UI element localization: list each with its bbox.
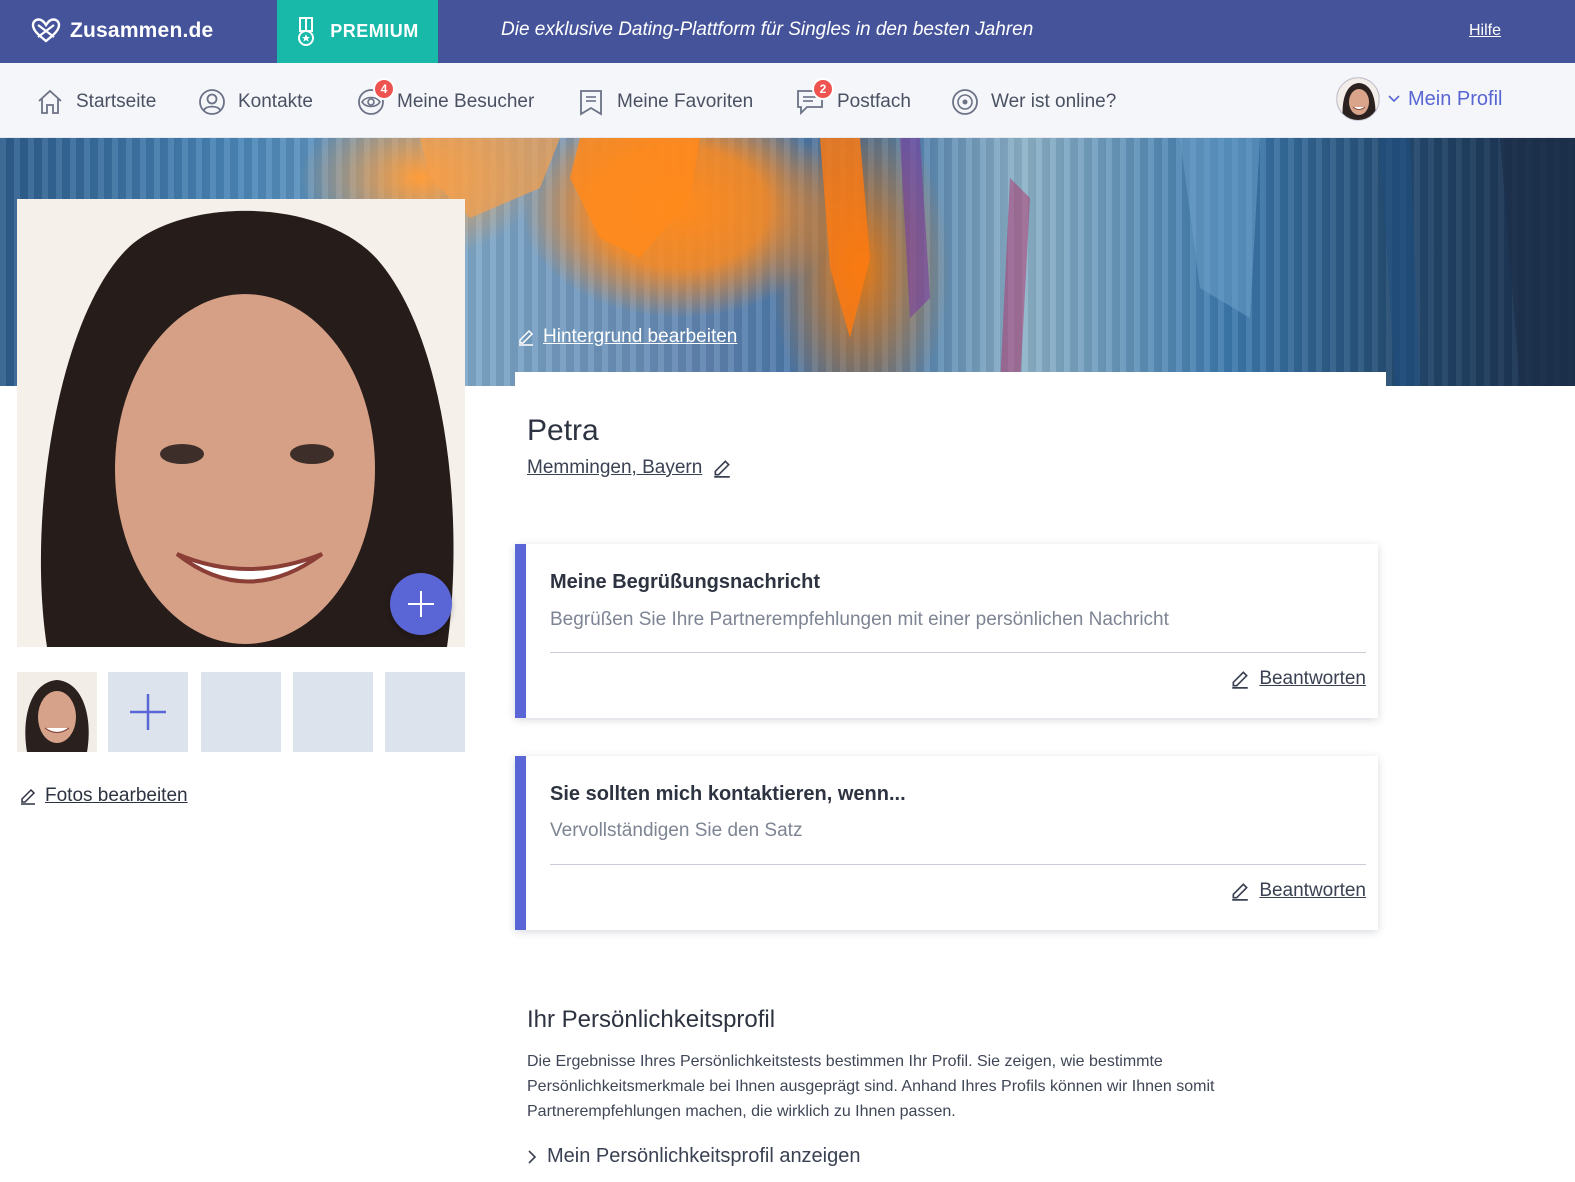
tagline: Die exklusive Dating-Plattform für Singl…: [501, 19, 1034, 40]
add-photo-button[interactable]: [390, 573, 452, 635]
plus-icon: [408, 591, 434, 617]
nav-label: Startseite: [76, 91, 157, 112]
nav-label: Meine Besucher: [397, 91, 535, 112]
main-nav: Startseite Kontakte 4 Meine Besucher Mei…: [0, 63, 1575, 138]
card-subtitle: Vervollständigen Sie den Satz: [550, 820, 803, 841]
pencil-icon: [519, 329, 534, 346]
premium-button[interactable]: PREMIUM: [277, 0, 438, 63]
card-subtitle: Begrüßen Sie Ihre Partnerempfehlungen mi…: [550, 609, 1169, 630]
photo-thumbnail[interactable]: [17, 672, 97, 752]
card-title: Meine Begrüßungsnachricht: [550, 571, 821, 593]
edit-photos-link[interactable]: Fotos bearbeiten: [19, 785, 188, 807]
brand-logo[interactable]: Zusammen.de: [30, 15, 213, 47]
profile-name: Petra: [527, 414, 599, 447]
nav-label: Kontakte: [238, 91, 313, 112]
premium-label: PREMIUM: [330, 21, 419, 41]
profile-header-card: [515, 372, 1386, 502]
divider: [550, 864, 1366, 865]
personality-description: Die Ergebnisse Ihres Persönlichkeitstest…: [527, 1053, 1215, 1120]
mail-badge: 2: [812, 78, 834, 100]
nav-label: Meine Favoriten: [617, 91, 754, 112]
edit-background-link[interactable]: Hintergrund bearbeiten: [517, 326, 737, 348]
bookmark-icon: [580, 90, 602, 116]
visitors-badge: 4: [373, 78, 395, 100]
answer-label: Beantworten: [1259, 880, 1366, 901]
answer-button[interactable]: Beantworten: [1230, 668, 1366, 690]
location-label: Memmingen, Bayern: [527, 457, 703, 478]
add-thumbnail-button[interactable]: [108, 672, 188, 752]
pencil-icon: [714, 460, 731, 478]
nav-item-besucher[interactable]: 4 Meine Besucher: [357, 78, 535, 117]
medal-icon: [298, 16, 315, 46]
show-personality-label: Mein Persönlichkeitsprofil anzeigen: [547, 1145, 861, 1167]
empty-photo-slot[interactable]: [201, 672, 281, 752]
profile-menu-label: Mein Profil: [1408, 87, 1503, 110]
help-link[interactable]: Hilfe: [1469, 22, 1501, 40]
personality-title: Ihr Persönlichkeitsprofil: [527, 1006, 776, 1033]
nav-item-online[interactable]: Wer ist online?: [951, 87, 1116, 117]
empty-photo-slot[interactable]: [293, 672, 373, 752]
home-icon: [38, 89, 62, 114]
pencil-icon: [21, 788, 36, 805]
show-personality-profile-link[interactable]: Mein Persönlichkeitsprofil anzeigen: [527, 1145, 861, 1168]
edit-background-label: Hintergrund bearbeiten: [543, 326, 738, 347]
top-bar: Zusammen.de PREMIUM Die exklusive Dating…: [0, 0, 1575, 63]
nav-item-favoriten[interactable]: Meine Favoriten: [577, 87, 753, 117]
online-icon: [952, 89, 978, 115]
pencil-icon: [1232, 671, 1249, 689]
chevron-right-icon: [528, 1149, 537, 1164]
empty-photo-slot[interactable]: [385, 672, 465, 752]
nav-item-kontakte[interactable]: Kontakte: [198, 87, 313, 117]
divider: [550, 652, 1366, 653]
contact-me-card: Sie sollten mich kontaktieren, wenn... V…: [515, 756, 1378, 930]
avatar: [1336, 77, 1380, 121]
nav-label: Postfach: [837, 91, 911, 112]
profile-menu[interactable]: Mein Profil: [1336, 76, 1502, 122]
card-title: Sie sollten mich kontaktieren, wenn...: [550, 783, 906, 805]
main-profile-photo[interactable]: [17, 199, 465, 647]
plus-icon: [130, 694, 166, 730]
user-icon: [199, 89, 225, 115]
answer-label: Beantworten: [1259, 668, 1366, 689]
greeting-message-card: Meine Begrüßungsnachricht Begrüßen Sie I…: [515, 544, 1378, 718]
brand-name: Zusammen.de: [70, 19, 214, 42]
nav-item-startseite[interactable]: Startseite: [36, 87, 156, 117]
answer-button[interactable]: Beantworten: [1230, 880, 1366, 902]
chevron-down-icon: [1388, 95, 1400, 103]
nav-label: Wer ist online?: [991, 91, 1117, 112]
nav-item-postfach[interactable]: 2 Postfach: [795, 78, 911, 117]
pencil-icon: [1232, 883, 1249, 901]
heart-infinity-icon: [31, 18, 61, 43]
location-link[interactable]: Memmingen, Bayern: [527, 457, 732, 479]
edit-photos-label: Fotos bearbeiten: [45, 785, 188, 806]
